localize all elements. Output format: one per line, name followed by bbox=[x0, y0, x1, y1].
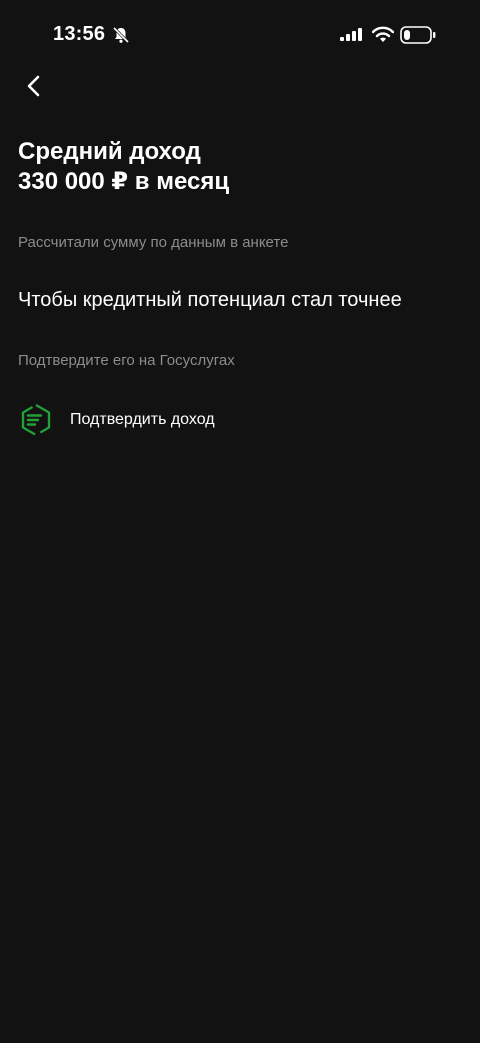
status-bar: 13:56 bbox=[0, 0, 480, 70]
signal-icon bbox=[340, 28, 362, 41]
title-line-1: Средний доход bbox=[18, 138, 201, 165]
page-title: Средний доход 330 000 ₽ в месяц bbox=[18, 137, 462, 197]
bell-muted-icon bbox=[112, 26, 130, 44]
status-time: 13:56 bbox=[53, 23, 106, 45]
page-subtitle: Рассчитали сумму по данным в анкете bbox=[18, 234, 289, 251]
section-title: Чтобы кредитный потенциал стал точнее bbox=[18, 289, 402, 311]
confirm-income-label: Подтвердить доход bbox=[70, 411, 215, 428]
title-line-2: 330 000 ₽ в месяц bbox=[18, 168, 230, 195]
section-subtitle: Подтвердите его на Госуслугах bbox=[18, 352, 235, 369]
chevron-left-icon bbox=[27, 75, 40, 97]
back-button[interactable] bbox=[14, 66, 54, 106]
wifi-icon bbox=[372, 26, 394, 42]
battery-icon bbox=[400, 26, 436, 44]
gosuslugi-icon bbox=[18, 402, 54, 438]
confirm-income-button[interactable]: Подтвердить доход bbox=[18, 398, 462, 442]
